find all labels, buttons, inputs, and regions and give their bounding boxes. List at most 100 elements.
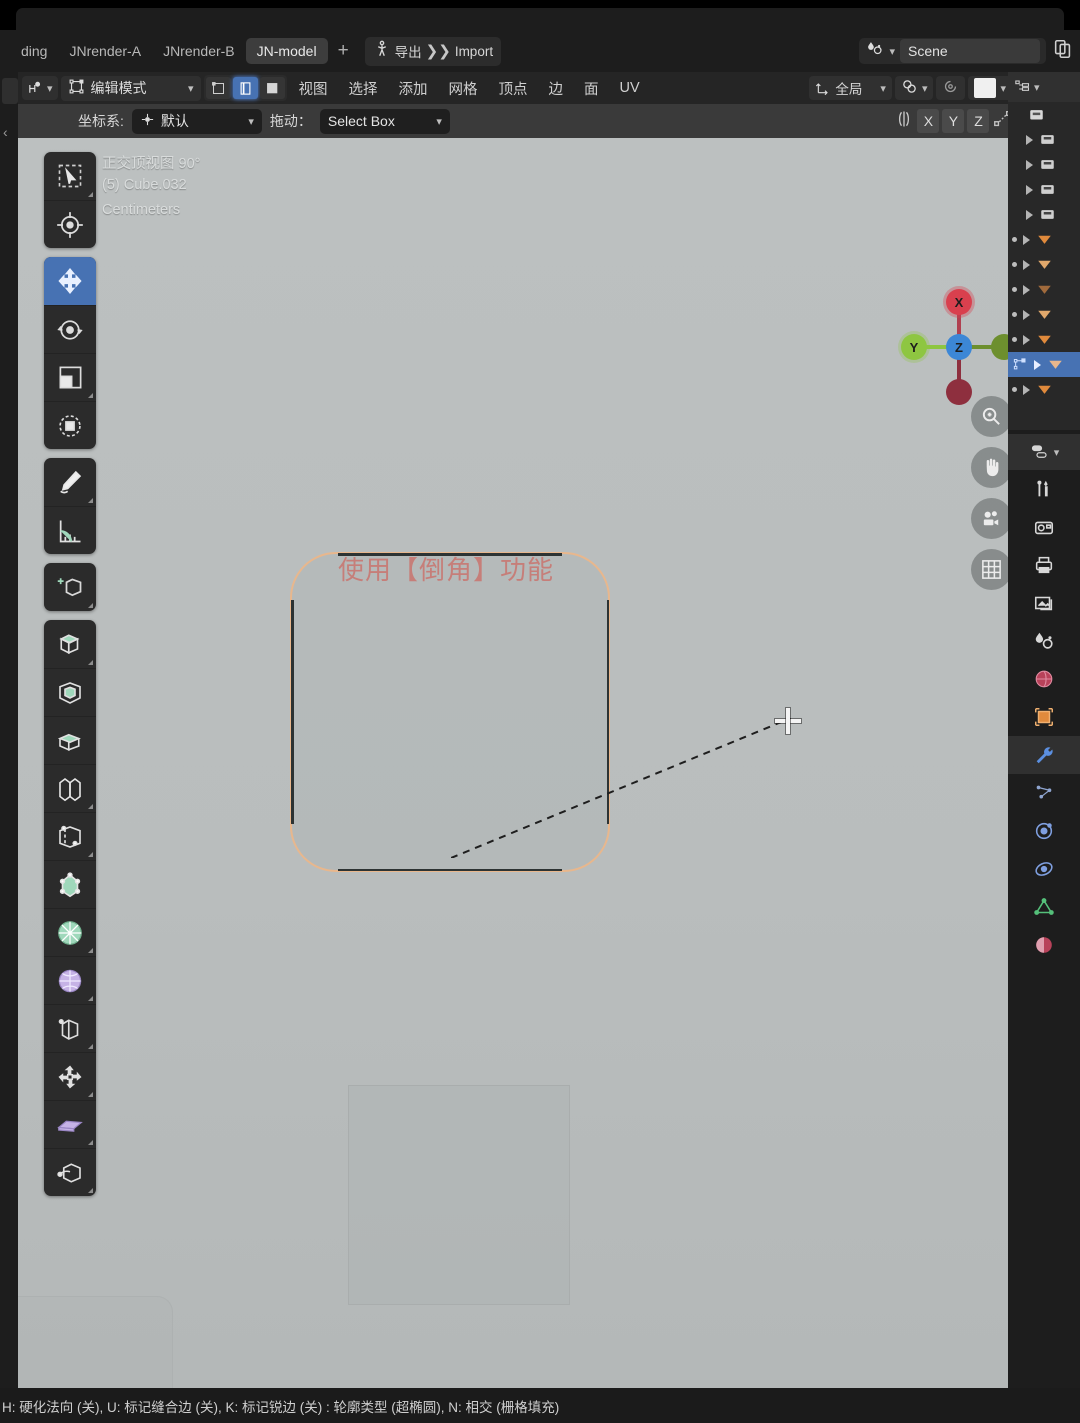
side-panel-tab[interactable] <box>2 78 18 104</box>
scene-name-field[interactable]: Scene <box>900 39 1040 63</box>
tool-edge-slide[interactable] <box>44 1052 96 1100</box>
outliner-display-mode-icon[interactable] <box>1014 79 1031 95</box>
proportional-edit-button[interactable] <box>936 76 966 100</box>
panel-collapse-arrow-icon[interactable]: ‹ <box>3 124 8 140</box>
menu-vertex[interactable]: 顶点 <box>490 78 537 99</box>
zoom-icon[interactable] <box>971 396 1008 437</box>
expand-triangle-icon[interactable] <box>1023 259 1030 270</box>
transform-orientation-dropdown[interactable]: 全局 ▾ <box>809 76 892 100</box>
outliner-row-mesh-4[interactable] <box>1008 302 1080 327</box>
scene-selector[interactable]: ▾ Scene <box>859 38 1046 64</box>
face-select-mode-button[interactable] <box>259 77 285 99</box>
workspace-tab-jn-model[interactable]: JN-model <box>245 38 328 64</box>
outliner-row-collection-3[interactable] <box>1008 177 1080 202</box>
tab-particles[interactable] <box>1008 774 1080 812</box>
menu-mesh[interactable]: 网格 <box>440 78 487 99</box>
tab-material[interactable] <box>1008 926 1080 964</box>
tool-knife[interactable] <box>44 860 96 908</box>
tab-tool[interactable] <box>1008 470 1080 508</box>
gizmo-axis-z[interactable]: Z <box>946 334 972 360</box>
gizmo-axis-x-negative[interactable] <box>946 379 972 405</box>
expand-triangle-icon[interactable] <box>1034 359 1041 370</box>
visibility-dot-icon[interactable] <box>1012 237 1017 242</box>
tool-loop-cut[interactable] <box>44 812 96 860</box>
tab-view-layer[interactable] <box>1008 584 1080 622</box>
edge-select-mode-button[interactable] <box>232 77 258 99</box>
outliner-row-mesh-5[interactable] <box>1008 327 1080 352</box>
tool-transform[interactable] <box>44 401 96 449</box>
tool-cursor[interactable] <box>44 200 96 248</box>
navigation-gizmo[interactable]: X Y Z <box>896 284 1008 410</box>
mirror-z-button[interactable]: Z <box>967 109 990 133</box>
tool-scale[interactable] <box>44 353 96 401</box>
export-import-group[interactable]: 导出 ❯❯ Import <box>364 36 502 66</box>
tab-constraints[interactable] <box>1008 850 1080 888</box>
properties-editor[interactable]: ▾ <box>1008 434 1080 1388</box>
expand-triangle-icon[interactable] <box>1023 284 1030 295</box>
mirror-x-button[interactable]: X <box>917 109 940 133</box>
tab-object-data[interactable] <box>1008 888 1080 926</box>
mode-select-dropdown[interactable]: 编辑模式 ▾ <box>60 75 201 101</box>
properties-editor-icon[interactable] <box>1029 443 1051 461</box>
outliner-row-scene-collection[interactable] <box>1008 102 1080 127</box>
menu-edge[interactable]: 边 <box>540 78 573 99</box>
expand-triangle-icon[interactable] <box>1026 134 1033 145</box>
outliner-row-mesh-active[interactable] <box>1008 352 1080 377</box>
editor-type-button[interactable]: ▾ <box>22 76 58 100</box>
mirror-y-button[interactable]: Y <box>942 109 965 133</box>
add-workspace-button[interactable]: + <box>328 40 359 62</box>
tab-object[interactable] <box>1008 698 1080 736</box>
tool-annotate[interactable] <box>44 458 96 506</box>
toggle-ortho-icon[interactable] <box>971 549 1008 590</box>
tool-measure[interactable] <box>44 506 96 554</box>
menu-select[interactable]: 选择 <box>340 78 387 99</box>
menu-view[interactable]: 视图 <box>290 78 337 99</box>
expand-triangle-icon[interactable] <box>1023 234 1030 245</box>
tool-extrude-manifold[interactable] <box>44 668 96 716</box>
tab-physics[interactable] <box>1008 812 1080 850</box>
tab-scene[interactable] <box>1008 622 1080 660</box>
falloff-dropdown[interactable]: ▾ <box>968 76 1012 100</box>
visibility-dot-icon[interactable] <box>1012 387 1017 392</box>
expand-triangle-icon[interactable] <box>1023 334 1030 345</box>
expand-triangle-icon[interactable] <box>1026 159 1033 170</box>
outliner-row-mesh-3[interactable] <box>1008 277 1080 302</box>
vertex-select-mode-button[interactable] <box>205 77 231 99</box>
transform-orientation-value[interactable]: 默认 ▾ <box>131 108 262 134</box>
tool-bevel[interactable] <box>44 764 96 812</box>
tool-spin[interactable] <box>44 956 96 1004</box>
expand-triangle-icon[interactable] <box>1026 184 1033 195</box>
menu-face[interactable]: 面 <box>575 78 608 99</box>
gizmo-axis-y[interactable]: Y <box>901 334 927 360</box>
workspace-tab-jnrender-a[interactable]: JNrender-A <box>58 38 152 64</box>
outliner-row-mesh-1[interactable] <box>1008 227 1080 252</box>
tool-poly-build[interactable] <box>44 908 96 956</box>
snapping-button[interactable]: ▾ <box>894 76 934 100</box>
tool-extrude-region[interactable] <box>44 620 96 668</box>
visibility-dot-icon[interactable] <box>1012 337 1017 342</box>
3d-viewport[interactable]: 正交顶视图 90° (5) Cube.032 Centimeters 使用【倒角… <box>18 138 1008 1388</box>
chevron-down-icon[interactable]: ▾ <box>1054 446 1060 459</box>
new-scene-icon[interactable] <box>1052 38 1074 65</box>
tab-modifiers[interactable] <box>1008 736 1080 774</box>
tool-select-box[interactable] <box>44 152 96 200</box>
tool-add-cube[interactable] <box>44 563 96 611</box>
outliner-row-collection-4[interactable] <box>1008 202 1080 227</box>
menu-uv[interactable]: UV <box>611 80 649 96</box>
drag-action-dropdown[interactable]: Select Box ▾ <box>319 108 450 134</box>
selected-mesh-cube[interactable] <box>290 552 610 872</box>
camera-view-icon[interactable] <box>971 498 1008 539</box>
tool-move[interactable] <box>44 257 96 305</box>
tool-rotate[interactable] <box>44 305 96 353</box>
tab-output[interactable] <box>1008 546 1080 584</box>
outliner-row-collection-1[interactable] <box>1008 127 1080 152</box>
tab-render[interactable] <box>1008 508 1080 546</box>
menu-add[interactable]: 添加 <box>390 78 437 99</box>
expand-triangle-icon[interactable] <box>1023 309 1030 320</box>
tool-smooth[interactable] <box>44 1004 96 1052</box>
mirror-icon[interactable] <box>894 109 914 134</box>
visibility-dot-icon[interactable] <box>1012 312 1017 317</box>
outliner-row-mesh-2[interactable] <box>1008 252 1080 277</box>
outliner-editor[interactable]: ▾ <box>1008 72 1080 430</box>
tool-inset-faces[interactable] <box>44 716 96 764</box>
